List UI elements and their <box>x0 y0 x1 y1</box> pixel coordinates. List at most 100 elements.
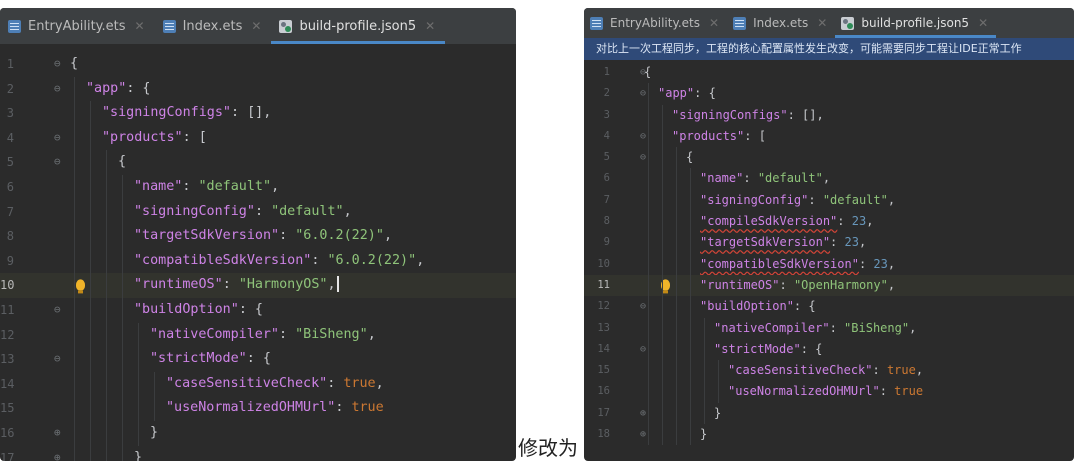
code-line[interactable]: 17 ⊕} <box>584 402 1074 425</box>
code-line[interactable]: 5 ⊖{ <box>0 150 516 175</box>
code-line[interactable]: 5 ⊖{ <box>584 147 1074 169</box>
code-area[interactable]: 1 ⊖{2 ⊖ "app": {3 "signingConfigs": [], 4 ⊖ "pr… <box>0 52 516 461</box>
ets-file-icon <box>162 19 176 33</box>
tab-build-profile[interactable]: build-profile.json5 ✕ <box>271 8 445 44</box>
code-text: "strictMode": { <box>70 347 271 372</box>
code-line[interactable]: 8 "targetSdkVersion": "6.0.2(22)", <box>0 224 516 249</box>
sync-notice-banner[interactable]: 对比上一次工程同步，工程的核心配置属性发生改变，可能需要同步工程让IDE正常工作 <box>584 38 1074 60</box>
code-line[interactable]: 9 "compatibleSdkVersion": "6.0.2(22)", <box>0 248 516 274</box>
indent-guide <box>74 174 75 200</box>
fold-marker-icon[interactable]: ⊖ <box>54 52 61 77</box>
code-line[interactable]: 1 ⊖{ <box>584 62 1074 83</box>
code-line[interactable]: 3 "signingConfigs": [], <box>0 101 516 126</box>
tab-entryability[interactable]: EntryAbility.ets ✕ <box>584 8 727 38</box>
close-icon[interactable]: ✕ <box>709 16 719 30</box>
code-token: "name" <box>700 171 744 186</box>
code-line[interactable]: 7 "signingConfig": "default", <box>0 199 516 225</box>
indent-guide <box>74 248 75 274</box>
code-line[interactable]: 11 ⊖ "buildOption": { <box>0 297 516 323</box>
indent-guide <box>122 248 123 274</box>
indent-guide <box>90 322 91 348</box>
close-icon[interactable]: ✕ <box>817 16 827 30</box>
fold-marker-icon[interactable]: ⊖ <box>54 126 61 151</box>
code-line[interactable]: 13 ⊖ "strictMode": { <box>0 347 516 372</box>
code-line[interactable]: 15 "caseSensitiveCheck": true, <box>584 360 1074 382</box>
line-number: 14 <box>597 342 610 355</box>
code-token: : <box>837 214 852 229</box>
indent-guide <box>676 211 677 233</box>
tab-build-profile[interactable]: build-profile.json5 ✕ <box>835 8 996 38</box>
code-line[interactable]: 4 ⊖ "products": [ <box>0 125 516 151</box>
indent-guide <box>690 253 691 275</box>
code-line[interactable]: 6 "name": "default", <box>584 168 1074 190</box>
fold-marker-icon[interactable]: ⊕ <box>54 421 61 446</box>
code-line[interactable]: 3 "signingConfigs": [], <box>584 104 1074 126</box>
code-line[interactable]: 14 ⊖ "strictMode": { <box>584 338 1074 361</box>
code-text: { <box>70 52 78 77</box>
right-code-editor[interactable]: EntryAbility.ets ✕ Index.ets ✕ build-pro… <box>584 8 1074 461</box>
code-token: "strictMode" <box>150 351 247 367</box>
code-line[interactable]: 6 "name": "default", <box>0 174 516 200</box>
code-token: , <box>858 235 867 250</box>
code-token: { <box>70 56 79 71</box>
tab-index[interactable]: Index.ets ✕ <box>727 8 835 38</box>
code-line[interactable]: 15 "useNormalizedOHMUrl": true <box>0 396 516 421</box>
indent-guide <box>648 424 649 446</box>
code-line[interactable]: 9 "targetSdkVersion": 23, <box>584 232 1074 254</box>
code-line[interactable]: 10 "runtimeOS": "HarmonyOS", <box>0 273 516 298</box>
code-line[interactable]: 7 "signingConfig": "default", <box>584 189 1074 212</box>
tab-entryability[interactable]: EntryAbility.ets ✕ <box>0 8 155 44</box>
code-token: } <box>714 405 722 420</box>
code-line[interactable]: 14 "caseSensitiveCheck": true, <box>0 371 516 397</box>
code-line[interactable]: 16 "useNormalizedOHMUrl": true <box>584 381 1074 403</box>
code-area[interactable]: 1 ⊖{2 ⊖ "app": {3 "signingConfigs": [], 4 ⊖ "pr… <box>584 62 1074 446</box>
code-line[interactable]: 10 "compatibleSdkVersion": 23, <box>584 253 1074 275</box>
code-token: true <box>343 375 376 391</box>
fold-marker-icon[interactable]: ⊕ <box>54 446 61 462</box>
code-line[interactable]: 11 "runtimeOS": "OpenHarmony", <box>584 274 1074 297</box>
indent-guide <box>690 360 691 382</box>
code-line[interactable]: 13 "nativeCompiler": "BiSheng", <box>584 317 1074 339</box>
indent-guide <box>90 199 91 225</box>
code-text: "useNormalizedOHMUrl": true <box>644 381 923 403</box>
fold-marker-icon[interactable]: ⊖ <box>54 347 61 372</box>
indent-guide <box>648 125 649 148</box>
indent-guide <box>648 104 649 126</box>
code-line[interactable]: 2 ⊖ "app": { <box>0 76 516 102</box>
line-number: 13 <box>597 321 610 334</box>
close-icon[interactable]: ✕ <box>425 19 435 33</box>
code-token: "products" <box>102 129 183 145</box>
indent-guide <box>90 297 91 323</box>
code-line[interactable]: 2 ⊖ "app": { <box>584 83 1074 105</box>
code-line[interactable]: 4 ⊖ "products": [ <box>584 125 1074 148</box>
editor-tab-bar: EntryAbility.ets ✕ Index.ets ✕ build-pro… <box>584 8 1074 38</box>
code-line[interactable]: 12 ⊖ "buildOption": { <box>584 296 1074 318</box>
close-icon[interactable]: ✕ <box>135 19 145 33</box>
indent-guide <box>122 322 123 348</box>
code-line[interactable]: 16 ⊕} <box>0 420 516 446</box>
code-token: : { <box>694 86 716 101</box>
line-number: 1 <box>603 66 610 78</box>
indent-guide <box>662 211 663 233</box>
close-icon[interactable]: ✕ <box>978 16 988 30</box>
code-text: "app": { <box>70 76 151 102</box>
code-line[interactable]: 18 ⊕} <box>584 424 1074 446</box>
fold-marker-icon[interactable]: ⊖ <box>54 298 61 323</box>
code-text: "products": [ <box>70 125 207 151</box>
left-code-editor[interactable]: EntryAbility.ets ✕ Index.ets ✕ build-pro… <box>0 8 516 461</box>
code-line[interactable]: 17 ⊕} <box>0 445 516 462</box>
tab-index[interactable]: Index.ets ✕ <box>155 8 272 44</box>
code-line[interactable]: 8 "compileSdkVersion": 23, <box>584 211 1074 233</box>
indent-guide <box>662 147 663 169</box>
fold-marker-icon[interactable]: ⊖ <box>54 77 61 102</box>
indent-guide <box>704 360 705 382</box>
close-icon[interactable]: ✕ <box>251 19 261 33</box>
code-text: } <box>644 424 707 446</box>
line-number: 2 <box>603 87 610 100</box>
code-line[interactable]: 12 "nativeCompiler": "BiSheng", <box>0 322 516 348</box>
code-line[interactable]: 1 ⊖{ <box>0 52 516 77</box>
indent-guide <box>74 273 75 298</box>
code-text: "strictMode": { <box>644 338 822 361</box>
fold-marker-icon[interactable]: ⊖ <box>54 150 61 175</box>
code-token: : <box>830 235 845 250</box>
